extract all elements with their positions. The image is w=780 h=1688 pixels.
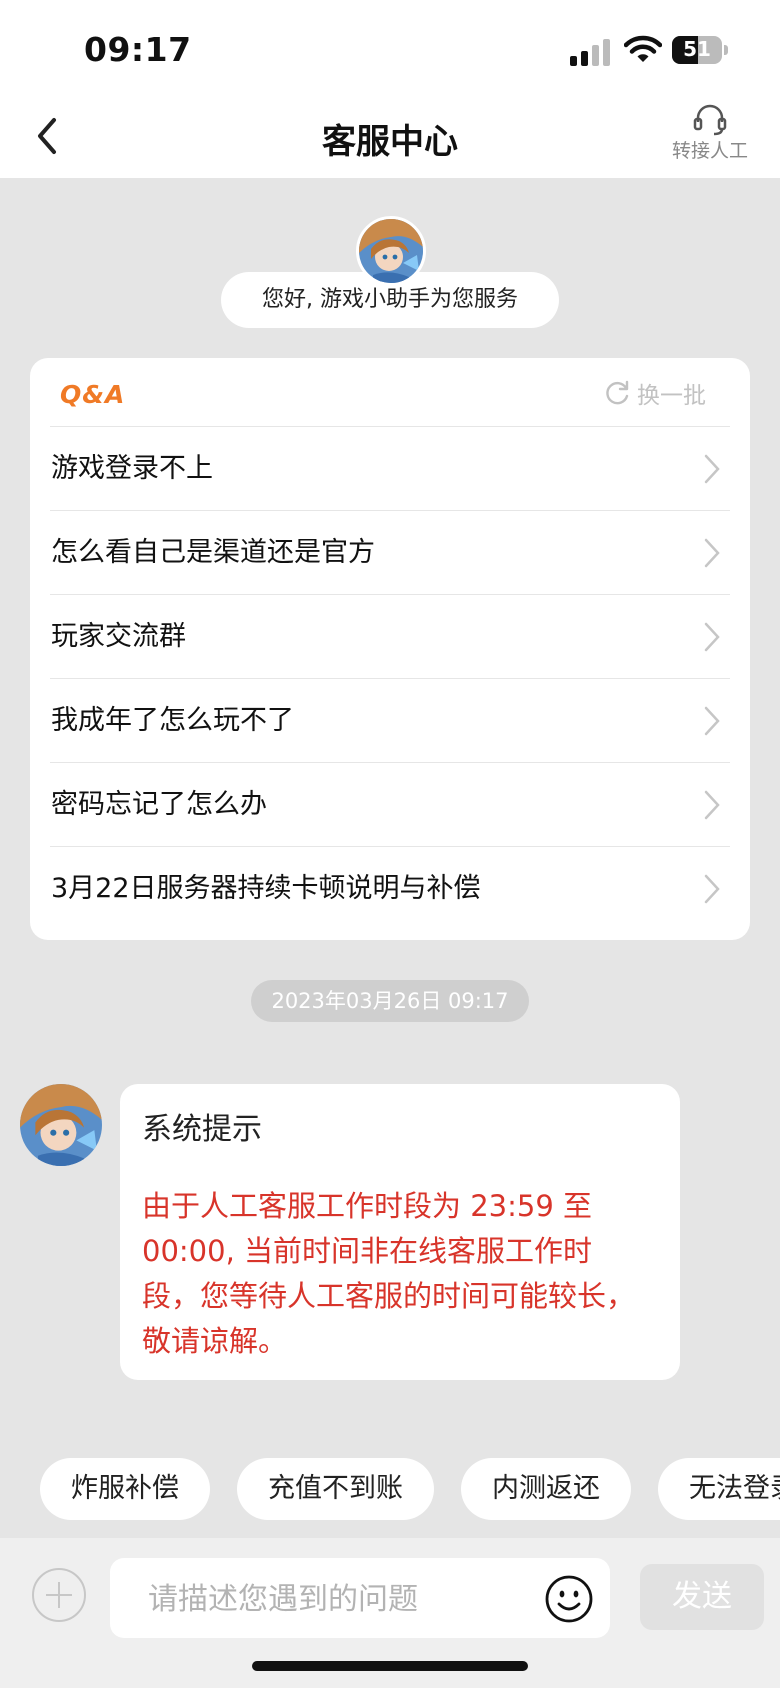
qa-item-label: 玩家交流群 xyxy=(51,621,186,652)
home-indicator xyxy=(252,1661,528,1671)
qa-card: Q&A 换一批 游戏登录不上 怎么看自己是渠道还是官方 玩家交流群 我成年了怎么… xyxy=(30,358,750,940)
status-time: 09:17 xyxy=(84,30,192,69)
battery-cap xyxy=(724,45,728,55)
chevron-right-icon xyxy=(704,706,720,736)
add-attachment-button[interactable] xyxy=(32,1568,86,1622)
qa-item-label: 3月22日服务器持续卡顿说明与补偿 xyxy=(51,873,481,904)
battery-percent: 51 xyxy=(683,37,711,61)
chevron-right-icon xyxy=(704,790,720,820)
cellular-signal-icon xyxy=(570,38,612,66)
qa-item[interactable]: 我成年了怎么玩不了 xyxy=(50,679,730,763)
system-message-bubble: 系统提示 由于人工客服工作时段为 23:59 至 00:00, 当前时间非在线客… xyxy=(120,1084,680,1380)
quick-reply-chip[interactable]: 炸服补偿 xyxy=(40,1458,210,1520)
chevron-right-icon xyxy=(704,538,720,568)
refresh-button[interactable]: 换一批 xyxy=(603,376,706,410)
refresh-icon xyxy=(606,380,629,405)
qa-item-label: 怎么看自己是渠道还是官方 xyxy=(51,537,375,568)
quick-reply-bar[interactable]: 炸服补偿充值不到账内测返还无法登录 xyxy=(40,1458,780,1520)
nav-bar: 客服中心 转接人工 xyxy=(0,96,780,178)
battery-icon: 51 xyxy=(672,36,722,64)
message-timestamp: 2023年03月26日 09:17 xyxy=(251,980,529,1022)
assistant-avatar xyxy=(20,1084,102,1166)
assistant-avatar xyxy=(356,216,426,286)
qa-item-label: 密码忘记了怎么办 xyxy=(51,789,267,820)
qa-item[interactable]: 3月22日服务器持续卡顿说明与补偿 xyxy=(50,847,730,930)
refresh-label: 换一批 xyxy=(637,383,706,409)
message-input-container xyxy=(110,1558,610,1640)
qa-item-label: 我成年了怎么玩不了 xyxy=(51,705,294,736)
qa-item[interactable]: 怎么看自己是渠道还是官方 xyxy=(50,511,730,595)
quick-reply-chip[interactable]: 内测返还 xyxy=(461,1458,631,1520)
qa-item[interactable]: 玩家交流群 xyxy=(50,595,730,679)
send-button[interactable]: 发送 xyxy=(640,1564,764,1630)
status-bar: 09:17 51 xyxy=(0,0,780,96)
qa-item[interactable]: 密码忘记了怎么办 xyxy=(50,763,730,847)
message-input[interactable] xyxy=(146,1558,530,1640)
quick-reply-chip[interactable]: 无法登录 xyxy=(658,1458,780,1520)
qa-list: 游戏登录不上 怎么看自己是渠道还是官方 玩家交流群 我成年了怎么玩不了 密码忘记… xyxy=(50,427,730,930)
system-message-text: 由于人工客服工作时段为 23:59 至 00:00, 当前时间非在线客服工作时段… xyxy=(142,1189,636,1358)
chevron-right-icon xyxy=(704,454,720,484)
transfer-to-agent-button[interactable]: 转接人工 xyxy=(660,102,760,168)
transfer-to-agent-label: 转接人工 xyxy=(671,140,748,162)
headset-icon xyxy=(693,104,727,136)
qa-item-label: 游戏登录不上 xyxy=(51,453,213,484)
quick-reply-chip[interactable]: 充值不到账 xyxy=(237,1458,434,1520)
system-message-title: 系统提示 xyxy=(142,1112,262,1147)
chevron-right-icon xyxy=(704,622,720,652)
chevron-right-icon xyxy=(704,874,720,904)
emoji-icon[interactable] xyxy=(544,1574,594,1624)
qa-logo: Q&A xyxy=(60,380,126,409)
wifi-icon xyxy=(623,34,663,64)
qa-item[interactable]: 游戏登录不上 xyxy=(50,427,730,511)
